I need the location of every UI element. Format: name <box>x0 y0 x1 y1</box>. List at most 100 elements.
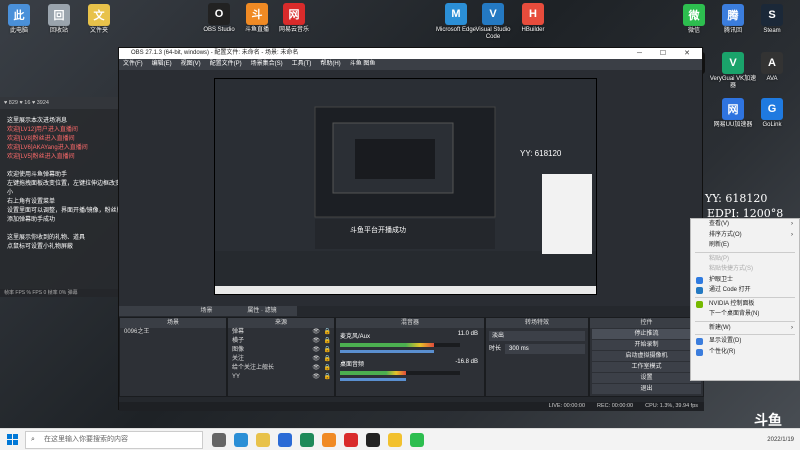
desktop-icon[interactable]: A AVA <box>748 52 796 83</box>
context-menu-item[interactable]: 个性化(R) <box>691 347 799 358</box>
source-item[interactable]: YY 👁 🔒 <box>228 373 334 382</box>
controls-list[interactable]: 停止推流 开始录制 启动虚拟摄像机 工作室模式 设置 退出 <box>590 329 703 394</box>
context-menu-item[interactable]: 排序方式(O) › <box>691 230 799 241</box>
sources-panel[interactable]: 来源 弹幕 👁 🔒 横子 👁 🔒 图像 👁 🔒 关注 👁 🔒 给个关注上舰长 👁 🔒 YY 👁 🔒 <box>227 317 335 397</box>
menu-item-icon <box>696 287 703 294</box>
context-menu-item[interactable]: 粘贴快捷方式(S) <box>691 264 799 275</box>
transitions-panel[interactable]: 转场特效 淡出 时长 300 ms <box>485 317 589 397</box>
app-icon: 回 <box>48 4 70 26</box>
source-name: 给个关注上舰长 <box>232 365 275 371</box>
eye-icon[interactable]: 👁 <box>312 328 320 337</box>
obs-menubar[interactable]: 文件(F) 编辑(E) 视图(V) 配置文件(P) 场景集合(S) 工具(T) 帮助(H) 斗… <box>119 59 702 70</box>
mixer-channel[interactable]: 桌面音频 -16.8 dB <box>336 356 484 384</box>
obs-menu-item[interactable]: 视图(V) <box>181 59 201 70</box>
obs-icon[interactable] <box>366 433 380 447</box>
chat-line: 左键拖拽面板改变位置，左键拉伸边框改变大 <box>7 181 128 187</box>
mixer-db: -16.8 dB <box>455 359 478 365</box>
desktop-icon[interactable]: H HBuilder <box>509 3 557 34</box>
lock-icon[interactable]: 🔒 <box>324 364 331 373</box>
lock-icon[interactable]: 🔒 <box>324 346 331 355</box>
obs-menu-item[interactable]: 工具(T) <box>292 59 312 70</box>
eye-icon[interactable]: 👁 <box>312 355 320 364</box>
scene-item[interactable]: 0096之王 <box>120 328 226 337</box>
control-button[interactable]: 设置 <box>592 373 701 383</box>
taskbar-search[interactable]: ⌕ 在这里输入你要搜索的内容 <box>25 431 203 449</box>
context-menu-item[interactable]: 护眼卫士 <box>691 275 799 286</box>
source-item[interactable]: 关注 👁 🔒 <box>228 355 334 364</box>
context-menu-item[interactable]: 下一个桌面背景(N) <box>691 309 799 320</box>
desktop-icon[interactable]: 网网易云音乐 <box>270 3 318 34</box>
mixer-list[interactable]: 麦克风/Aux 11.0 dB 桌面音频 -16.8 dB <box>336 328 484 384</box>
control-button[interactable]: 开始录制 <box>592 340 701 350</box>
lock-icon[interactable]: 🔒 <box>324 337 331 346</box>
mixer-title: 混音器 <box>336 318 484 328</box>
duration-input[interactable]: 300 ms <box>505 344 585 354</box>
properties-button[interactable]: 属性 <box>247 308 259 314</box>
wechat-icon[interactable] <box>410 433 424 447</box>
netease-icon[interactable] <box>344 433 358 447</box>
lock-icon[interactable]: 🔒 <box>324 373 331 382</box>
context-menu-item[interactable]: 查看(V) › <box>691 219 799 230</box>
obs-menu-item[interactable]: 斗鱼 图鱼 <box>350 59 376 70</box>
obs-menu-item[interactable]: 配置文件(P) <box>210 59 242 70</box>
control-button[interactable]: 启动虚拟摄像机 <box>592 351 701 361</box>
context-menu-item[interactable]: NVIDIA 控制面板 <box>691 299 799 310</box>
context-menu-item[interactable]: 粘贴(P) <box>691 254 799 265</box>
explorer-icon[interactable] <box>256 433 270 447</box>
lock-icon[interactable]: 🔒 <box>324 355 331 364</box>
desktop-context-menu[interactable]: 查看(V) › 排序方式(O) › 刷新(E) 粘贴(P) 粘贴快捷方式(S) 护眼卫士 通过 … <box>690 218 800 381</box>
source-toolbar-buttons[interactable]: 属性 · 滤镜 <box>227 306 297 316</box>
douyu-icon[interactable] <box>322 433 336 447</box>
context-menu-item[interactable]: 刷新(E) <box>691 240 799 251</box>
control-button[interactable]: 停止推流 <box>592 329 701 339</box>
obs-preview[interactable]: 斗鱼平台开播成功 YY: 618120 <box>214 78 597 295</box>
obs-menu-item[interactable]: 帮助(H) <box>320 59 340 70</box>
lock-icon[interactable]: 🔒 <box>324 328 331 337</box>
mixer-panel[interactable]: 混音器 麦克风/Aux 11.0 dB 桌面音频 -16.8 dB <box>335 317 485 397</box>
source-item[interactable]: 弹幕 👁 🔒 <box>228 328 334 337</box>
obs-window[interactable]: OBS 27.1.3 (64-bit, windows) - 配置文件: 未命名… <box>118 47 704 411</box>
store-icon[interactable] <box>278 433 292 447</box>
controls-panel[interactable]: 控件 停止推流 开始录制 启动虚拟摄像机 工作室模式 设置 退出 <box>589 317 704 397</box>
control-button[interactable]: 工作室模式 <box>592 362 701 372</box>
source-name: YY <box>232 374 241 380</box>
chrome-icon[interactable] <box>388 433 402 447</box>
danmaku-panel[interactable]: ♥ 829 ♥ 16 ♥ 3924 这里展示本次进场消息 欢迎[LV12]用户进入… <box>0 97 142 297</box>
scenes-panel[interactable]: 场景 0096之王 <box>119 317 227 397</box>
context-menu-item[interactable]: 通过 Code 打开 <box>691 285 799 296</box>
scenes-title: 场景 <box>120 318 226 328</box>
source-item[interactable]: 给个关注上舰长 👁 🔒 <box>228 364 334 373</box>
mixer-channel[interactable]: 麦克风/Aux 11.0 dB <box>336 328 484 356</box>
filter-button[interactable]: 滤镜 <box>265 308 277 314</box>
edge-icon[interactable] <box>234 433 248 447</box>
windows-start-icon[interactable] <box>7 434 18 445</box>
obs-menu-item[interactable]: 编辑(E) <box>152 59 172 70</box>
volume-slider[interactable] <box>340 378 406 381</box>
window-controls[interactable]: ─ ☐ ✕ <box>637 48 698 59</box>
eye-icon[interactable]: 👁 <box>312 364 320 373</box>
eye-icon[interactable]: 👁 <box>312 373 320 382</box>
source-item[interactable]: 横子 👁 🔒 <box>228 337 334 346</box>
obs-menu-item[interactable]: 文件(F) <box>123 59 143 70</box>
context-menu-item[interactable]: 显示设置(D) <box>691 336 799 347</box>
task-view-icon[interactable] <box>212 433 226 447</box>
chat-count: ♥ 3924 <box>31 100 49 106</box>
obs-menu-item[interactable]: 场景集合(S) <box>251 59 283 70</box>
volume-slider[interactable] <box>340 350 434 353</box>
menu-item-icon <box>696 348 703 356</box>
sources-list[interactable]: 弹幕 👁 🔒 横子 👁 🔒 图像 👁 🔒 关注 👁 🔒 给个关注上舰长 👁 🔒 YY 👁 🔒 <box>228 328 334 382</box>
eye-icon[interactable]: 👁 <box>312 346 320 355</box>
desktop-icon[interactable]: G GoLink <box>748 98 796 129</box>
menu-item-label: 查看(V) <box>709 221 729 227</box>
transition-select[interactable]: 淡出 <box>489 331 585 341</box>
desktop-icon[interactable]: S Steam <box>748 4 796 35</box>
desktop-icon[interactable]: 文文件夹 <box>75 4 123 35</box>
eye-icon[interactable]: 👁 <box>312 337 320 346</box>
edge-dev-icon[interactable] <box>300 433 314 447</box>
obs-titlebar[interactable]: OBS 27.1.3 (64-bit, windows) - 配置文件: 未命名… <box>119 48 702 59</box>
menu-item-label: 刷新(E) <box>709 242 729 248</box>
app-icon: S <box>761 4 783 26</box>
context-menu-item[interactable]: 新建(W) › <box>691 323 799 334</box>
control-button[interactable]: 退出 <box>592 384 701 394</box>
source-item[interactable]: 图像 👁 🔒 <box>228 346 334 355</box>
